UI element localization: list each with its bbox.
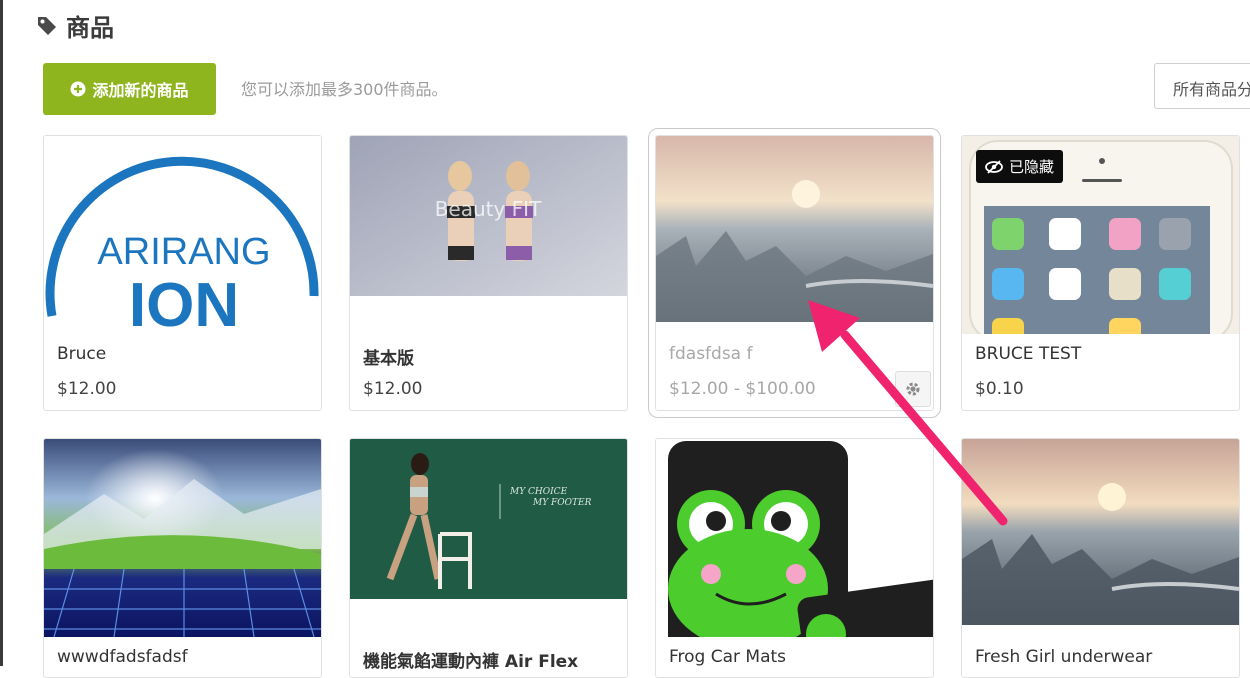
image-caption: Beauty FIT (435, 197, 542, 221)
product-image (44, 439, 321, 637)
category-filter-label: 所有商品分类 (1173, 80, 1250, 99)
product-name: Frog Car Mats (669, 647, 787, 667)
product-image (656, 136, 933, 322)
product-image: ARIRANG ION (44, 136, 321, 334)
add-product-button[interactable]: 添加新的商品 (43, 63, 216, 115)
product-image: Beauty FIT (350, 136, 627, 296)
product-image: MY CHOICE MY FOOTER (350, 439, 627, 599)
product-price: $12.00 (57, 379, 117, 399)
product-name: fdasfdsa f (669, 344, 753, 364)
product-card-hidden[interactable]: fdasfdsa f $12.00 - $100.00 (648, 128, 941, 418)
page-title-text: 商品 (66, 14, 114, 42)
product-card[interactable]: wwwdfadsfadsf (43, 438, 322, 678)
product-card[interactable]: MY CHOICE MY FOOTER 機能氣餡運動內褲 Air Flex (349, 438, 628, 678)
product-name: Fresh Girl underwear (975, 647, 1153, 667)
product-price: $0.10 (975, 379, 1024, 399)
gear-icon (906, 382, 920, 396)
product-image (962, 439, 1239, 625)
eye-slash-icon (985, 159, 1003, 174)
tag-icon (38, 16, 56, 35)
product-card[interactable]: Fresh Girl underwear (961, 438, 1240, 678)
image-caption-line1: MY CHOICE (509, 487, 568, 497)
product-name: Bruce (57, 344, 107, 364)
product-name: wwwdfadsfadsf (57, 647, 188, 667)
window-edge (0, 0, 3, 666)
product-name: 基本版 (363, 349, 414, 369)
product-card[interactable]: Beauty FIT 基本版 $12.00 (349, 135, 628, 411)
product-card[interactable]: ARIRANG ION Bruce $12.00 (43, 135, 322, 411)
settings-button[interactable] (895, 371, 931, 407)
product-card[interactable]: Frog Car Mats (655, 438, 934, 678)
hidden-status-label: 已隐藏 (1009, 158, 1055, 176)
logo-line1: ARIRANG (97, 231, 270, 273)
product-price: $12.00 - $100.00 (669, 379, 816, 399)
category-filter-button[interactable]: 所有商品分类 (1154, 63, 1250, 109)
image-caption-line2: MY FOOTER (532, 498, 592, 508)
logo-line2: ION (129, 271, 239, 334)
page-title: 商品 (36, 8, 114, 43)
product-limit-hint: 您可以添加最多300件商品。 (241, 80, 448, 99)
plus-circle-icon (70, 81, 86, 97)
add-product-label: 添加新的商品 (92, 81, 189, 100)
product-name: BRUCE TEST (975, 344, 1082, 364)
product-price: $12.00 (363, 379, 423, 399)
hidden-status-badge: 已隐藏 (976, 150, 1064, 183)
product-image (656, 439, 933, 637)
product-name: 機能氣餡運動內褲 Air Flex (363, 652, 579, 672)
